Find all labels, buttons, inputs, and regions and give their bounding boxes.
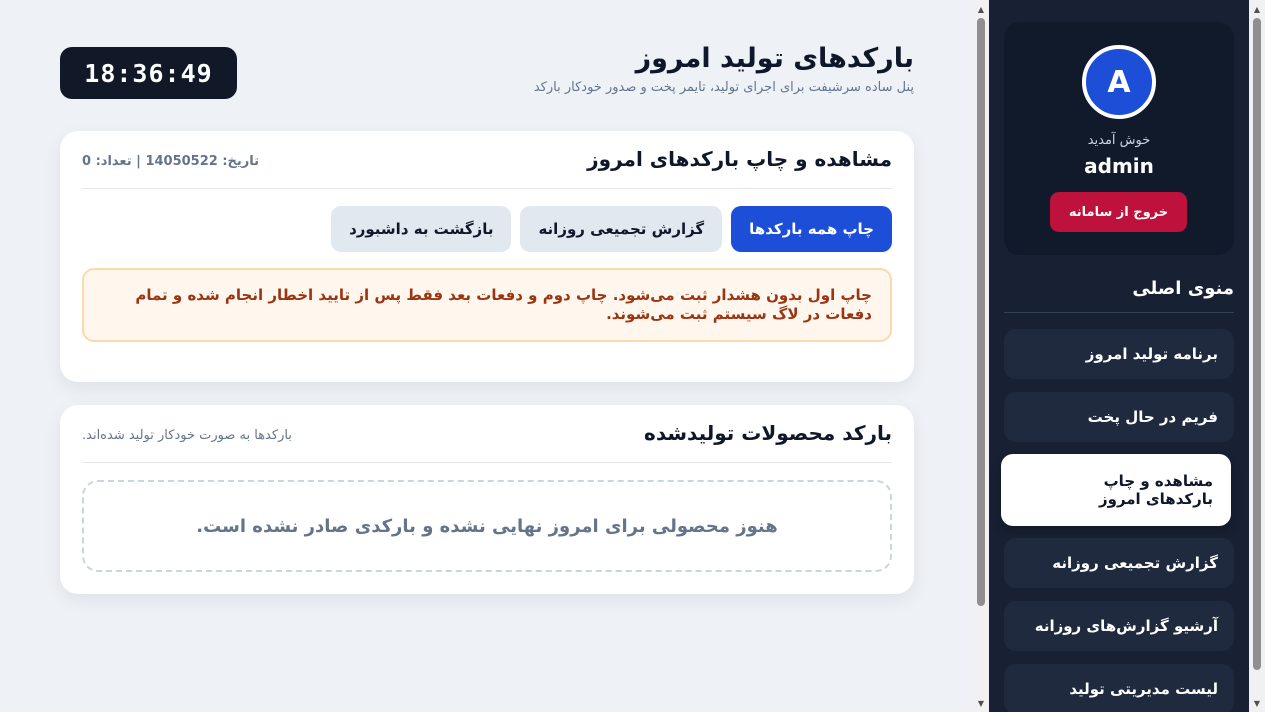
empty-state-message: هنوز محصولی برای امروز نهایی نشده و بارک… <box>82 480 892 572</box>
products-barcode-card: بارکد محصولات تولیدشده بارکدها به صورت خ… <box>60 405 914 594</box>
main-content: بارکدهای تولید امروز پنل ساده سرشیفت برا… <box>0 0 973 712</box>
profile-card: A خوش آمدید admin خروج از سامانه <box>1004 22 1234 255</box>
menu-title: منوی اصلی <box>1004 278 1234 313</box>
action-buttons: چاپ همه بارکدها گزارش تجمیعی روزانه بازگ… <box>331 206 892 252</box>
sidebar-item-production-plan[interactable]: برنامه تولید امروز <box>1004 329 1234 379</box>
page-title: بارکدهای تولید امروز <box>635 43 914 74</box>
logout-button[interactable]: خروج از سامانه <box>1050 192 1187 232</box>
main-scrollbar[interactable]: ▲ ▼ <box>973 0 989 712</box>
back-to-dashboard-button[interactable]: بازگشت به داشبورد <box>331 206 512 252</box>
scroll-up-arrow-icon[interactable]: ▲ <box>1249 2 1265 16</box>
scroll-down-arrow-icon[interactable]: ▼ <box>1249 696 1265 710</box>
print-barcodes-card: مشاهده و چاپ بارکدهای امروز تاریخ: 14050… <box>60 131 914 382</box>
scrollbar-thumb[interactable] <box>977 18 985 606</box>
username: admin <box>1084 154 1154 178</box>
card-header: بارکد محصولات تولیدشده بارکدها به صورت خ… <box>82 421 892 463</box>
card-title: مشاهده و چاپ بارکدهای امروز <box>587 147 892 171</box>
sidebar-item-daily-report[interactable]: گزارش تجمیعی روزانه <box>1004 538 1234 588</box>
avatar: A <box>1082 45 1156 119</box>
scroll-down-arrow-icon[interactable]: ▼ <box>973 696 989 710</box>
card-header: مشاهده و چاپ بارکدهای امروز تاریخ: 14050… <box>82 147 892 189</box>
sidebar-scrollbar[interactable]: ▲ ▼ <box>1249 0 1265 712</box>
page-header: بارکدهای تولید امروز پنل ساده سرشیفت برا… <box>60 40 914 110</box>
page-subtitle: پنل ساده سرشیفت برای اجرای تولید، تایمر … <box>533 79 914 95</box>
daily-report-button[interactable]: گزارش تجمیعی روزانه <box>520 206 723 252</box>
scroll-up-arrow-icon[interactable]: ▲ <box>973 2 989 16</box>
clock-display: 18:36:49 <box>60 47 237 99</box>
card-title: بارکد محصولات تولیدشده <box>644 421 892 445</box>
scrollbar-thumb[interactable] <box>1253 18 1261 670</box>
welcome-text: خوش آمدید <box>1087 133 1151 148</box>
date-count-meta: تاریخ: 14050522 | تعداد: 0 <box>82 154 260 169</box>
auto-generated-note: بارکدها به صورت خودکار تولید شده‌اند. <box>82 428 292 443</box>
header-text: بارکدهای تولید امروز پنل ساده سرشیفت برا… <box>534 40 914 95</box>
print-all-button[interactable]: چاپ همه بارکدها <box>731 206 892 252</box>
sidebar-item-frame-baking[interactable]: فریم در حال پخت <box>1004 392 1234 442</box>
print-warning-alert: چاپ اول بدون هشدار ثبت می‌شود. چاپ دوم و… <box>82 268 892 342</box>
sidebar-item-production-management[interactable]: لیست مدیریتی تولید <box>1004 664 1234 712</box>
sidebar-item-view-print-barcodes[interactable]: مشاهده و چاپ بارکدهای امروز <box>1001 454 1231 526</box>
sidebar: A خوش آمدید admin خروج از سامانه منوی اص… <box>989 0 1249 712</box>
sidebar-item-reports-archive[interactable]: آرشیو گزارش‌های روزانه <box>1004 601 1234 651</box>
